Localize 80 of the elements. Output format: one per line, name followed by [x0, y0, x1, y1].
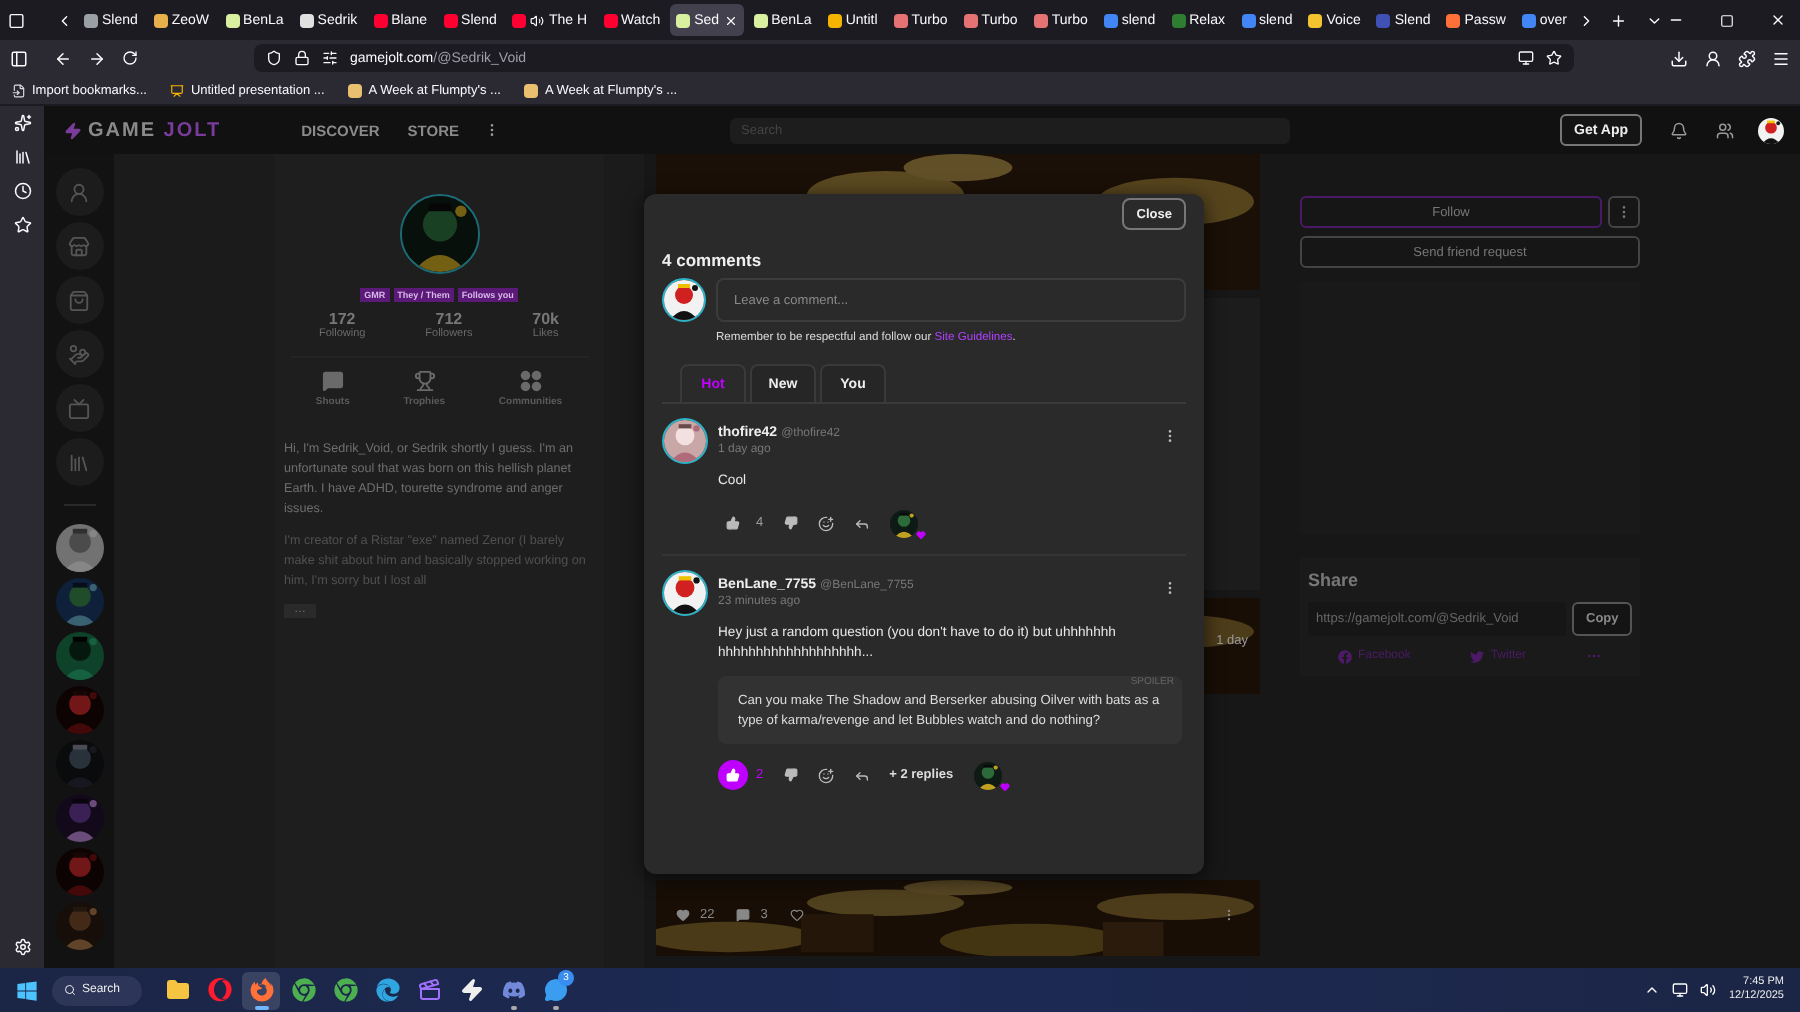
reply-button[interactable]: [853, 515, 870, 531]
search-icon: [64, 984, 76, 996]
back-icon[interactable]: [54, 49, 72, 67]
history-icon[interactable]: [13, 182, 31, 200]
heart-icon[interactable]: [676, 908, 690, 922]
trophy-icon: [413, 370, 436, 392]
sparkles-icon[interactable]: [13, 114, 31, 132]
close-icon[interactable]: [1770, 12, 1786, 28]
reply-icon: [853, 515, 870, 531]
comment-icon[interactable]: [736, 908, 751, 922]
discord-icon: [501, 978, 525, 1002]
opera-icon: [207, 978, 231, 1002]
logo-icon: [64, 121, 82, 139]
download-icon[interactable]: [1670, 49, 1688, 67]
folder-icon: [165, 978, 189, 1002]
friends-icon[interactable]: [1716, 121, 1734, 139]
extensions-icon[interactable]: [1738, 49, 1756, 67]
facebook-icon: [1337, 649, 1352, 663]
dislike-button[interactable]: [783, 768, 798, 782]
chrome-icon: [333, 978, 357, 1002]
speech-bubble-icon: [321, 370, 344, 392]
stat-value: 712: [435, 310, 463, 328]
heart-icon: [999, 781, 1010, 791]
import-icon: [12, 83, 26, 97]
notifications-icon[interactable]: [1670, 121, 1688, 139]
star-icon[interactable]: [13, 216, 31, 234]
reply-icon: [853, 767, 870, 783]
add-reaction-button[interactable]: [817, 515, 834, 531]
smiley-plus-icon: [817, 767, 834, 783]
edge-icon: [375, 978, 399, 1002]
account-icon[interactable]: [1704, 49, 1722, 67]
new-tab-icon[interactable]: [1610, 11, 1627, 29]
tray-icon[interactable]: [1644, 982, 1661, 998]
sidebar-icon[interactable]: [10, 49, 28, 67]
four-circles-icon: [519, 370, 542, 392]
firefox-icon: [249, 978, 273, 1002]
chat-icon: [543, 978, 567, 1002]
stat-value: 70k: [532, 310, 560, 328]
shield-icon: [266, 50, 282, 66]
thumbs-down-icon: [783, 516, 798, 530]
share-title: Share: [1308, 570, 1361, 590]
like-button[interactable]: [718, 760, 748, 790]
twitter-icon: [1470, 649, 1485, 663]
smiley-plus-icon: [817, 515, 834, 531]
chrome-icon: [291, 978, 315, 1002]
close-icon[interactable]: [723, 13, 738, 27]
stat-value: 172: [328, 310, 356, 328]
site-logo[interactable]: GAME JOLT: [88, 119, 222, 141]
volume-icon[interactable]: [1700, 982, 1717, 998]
reply-button[interactable]: [853, 767, 870, 783]
screen-icon: [1518, 50, 1534, 66]
thumbs-down-icon: [783, 768, 798, 782]
hand-icon[interactable]: [55, 330, 103, 378]
library-icon[interactable]: [13, 148, 31, 166]
thumbs-up-icon: [726, 516, 740, 530]
heart-icon: [915, 529, 926, 539]
heart-icon: [789, 908, 804, 922]
thumbs-up-icon: [726, 768, 740, 782]
tv-icon[interactable]: [55, 384, 103, 432]
network-icon[interactable]: [1672, 982, 1689, 998]
store-icon[interactable]: [55, 222, 103, 270]
start-icon[interactable]: [16, 979, 38, 1001]
menu-icon[interactable]: [1772, 49, 1790, 67]
maximize-icon[interactable]: [1720, 13, 1734, 27]
tab-overview-icon[interactable]: [8, 11, 25, 29]
presentation-icon: [170, 83, 185, 97]
lock-icon: [294, 50, 310, 66]
reload-icon[interactable]: [122, 50, 138, 66]
bag-icon[interactable]: [55, 276, 103, 324]
clapperboard-icon: [417, 978, 441, 1002]
favicon-icon: [348, 83, 363, 97]
taskbar-app[interactable]: [242, 971, 280, 1009]
bookmark-icon[interactable]: [1546, 50, 1562, 66]
lightning-icon: [459, 978, 483, 1002]
forward-icon[interactable]: [88, 49, 106, 67]
add-reaction-button[interactable]: [817, 767, 834, 783]
dislike-button[interactable]: [783, 516, 798, 530]
favicon-icon: [524, 83, 539, 97]
permissions-icon: [322, 50, 338, 66]
settings-icon[interactable]: [13, 938, 31, 956]
